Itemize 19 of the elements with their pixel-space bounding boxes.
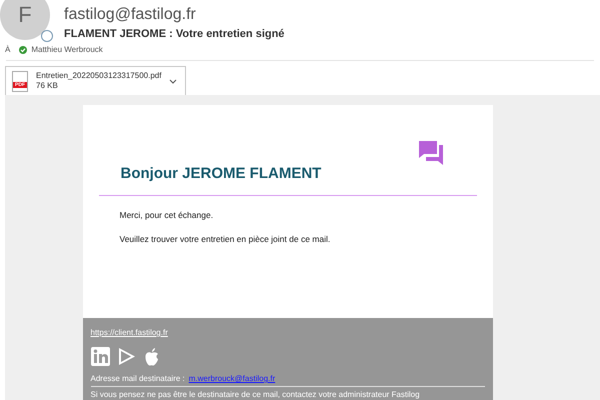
- check-icon: [19, 46, 28, 54]
- apple-icon[interactable]: [144, 348, 158, 366]
- message-paragraph: Veuillez trouver votre entretien en pièce joint de ce mail.: [120, 234, 332, 244]
- chevron-down-icon[interactable]: [169, 78, 178, 84]
- attachment-name: Entretien_20220503123317500.pdf: [36, 71, 162, 81]
- to-label: À: [5, 45, 10, 54]
- footer-notice: Si vous pensez ne pas être le destinataire de ce mail, contactez votre administrateur Fastilog: [90, 390, 421, 399]
- recipient-name[interactable]: Matthieu Werbrouck: [31, 45, 103, 54]
- play-store-icon[interactable]: [118, 347, 136, 366]
- presence-icon: [41, 30, 53, 42]
- address-label: Adresse mail destinataire :: [90, 374, 185, 383]
- chat-bubbles-icon: [418, 141, 444, 165]
- sender-address: fastilog@fastilog.fr: [64, 6, 197, 24]
- message-paragraph: Merci, pour cet échange.: [120, 210, 214, 220]
- avatar-initial: F: [18, 2, 32, 28]
- attachment-size: 76 KB: [36, 81, 59, 91]
- linkedin-icon[interactable]: [90, 347, 110, 366]
- email-subject: FLAMENT JEROME : Votre entretien signé: [64, 28, 284, 40]
- greeting-heading: Bonjour JEROME FLAMENT: [120, 165, 322, 184]
